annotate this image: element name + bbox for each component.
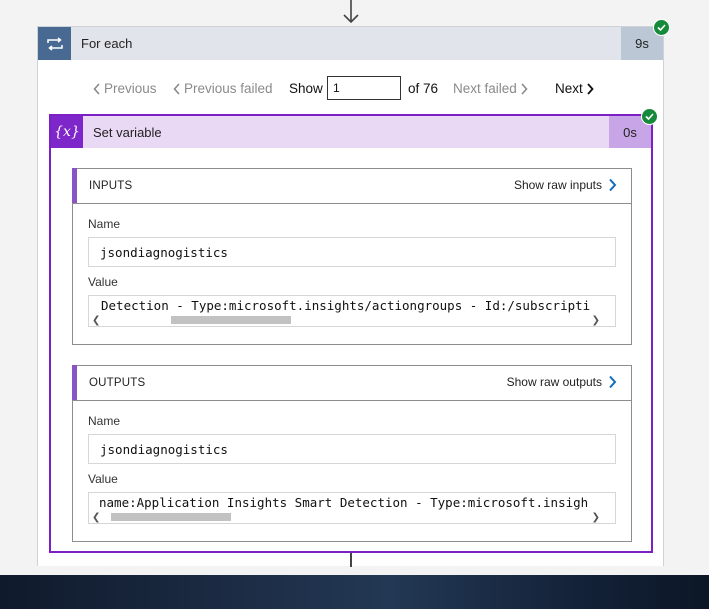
show-raw-inputs-label: Show raw inputs (513, 178, 602, 192)
input-value-label: Value (88, 275, 118, 289)
chevron-left-icon (173, 82, 180, 95)
outputs-heading: OUTPUTS (89, 377, 146, 389)
input-value-field: Detection - Type:microsoft.insights/acti… (88, 295, 616, 327)
designer-canvas: For each 9s Previous Previous failed Sho… (0, 0, 709, 575)
output-value-scrollbar[interactable]: ❮ ❯ (89, 511, 615, 523)
show-raw-inputs-link[interactable]: Show raw inputs (514, 178, 617, 192)
set-variable-title: Set variable (93, 125, 162, 140)
inputs-section: INPUTS Show raw inputs Name jsondiagnogi… (72, 168, 632, 345)
output-value-field: name:Application Insights Smart Detectio… (88, 492, 616, 524)
input-name-label: Name (88, 217, 121, 231)
iteration-pager: Previous Previous failed Show of 76 Next… (38, 75, 663, 103)
output-value-label: Value (88, 472, 118, 486)
chevron-right-icon (521, 82, 528, 95)
scroll-right-icon[interactable]: ❯ (592, 315, 600, 326)
output-value-text: name:Application Insights Smart Detectio… (99, 495, 589, 510)
input-value-text: Detection - Type:microsoft.insights/acti… (101, 298, 591, 313)
chevron-left-icon (93, 82, 100, 95)
input-value-scrollbar[interactable]: ❮ ❯ (89, 314, 615, 326)
variable-icon: {x} (51, 116, 83, 148)
foreach-header[interactable]: For each 9s (38, 27, 663, 60)
scroll-left-icon[interactable]: ❮ (92, 512, 100, 523)
scroll-left-icon[interactable]: ❮ (92, 315, 100, 326)
previous-failed-button[interactable]: Previous failed (173, 81, 273, 96)
previous-label: Previous (104, 81, 157, 96)
show-raw-outputs-label: Show raw outputs (506, 375, 602, 389)
set-variable-header[interactable]: {x} Set variable 0s (51, 116, 651, 148)
outputs-section: OUTPUTS Show raw outputs Name jsondiagno… (72, 365, 632, 542)
page-number-input[interactable] (327, 76, 401, 100)
output-name-field: jsondiagnogistics (88, 434, 616, 464)
next-button[interactable]: Next (555, 81, 594, 96)
flow-connector (350, 553, 352, 567)
inputs-heading: INPUTS (89, 180, 133, 192)
outputs-header: OUTPUTS Show raw outputs (72, 365, 631, 401)
show-raw-outputs-link[interactable]: Show raw outputs (507, 375, 617, 389)
section-accent (72, 365, 77, 400)
set-variable-card: {x} Set variable 0s INPUTS Show raw inpu… (49, 114, 653, 553)
previous-button[interactable]: Previous (93, 81, 157, 96)
input-name-value: jsondiagnogistics (100, 245, 228, 260)
foreach-title: For each (81, 36, 133, 51)
previous-failed-label: Previous failed (184, 81, 273, 96)
loop-icon (38, 27, 71, 60)
success-check-icon (653, 19, 670, 36)
scrollbar-thumb[interactable] (111, 513, 231, 521)
next-label: Next (555, 81, 583, 96)
chevron-right-icon (609, 178, 617, 192)
output-name-label: Name (88, 414, 121, 428)
next-failed-label: Next failed (453, 81, 517, 96)
section-accent (72, 168, 77, 203)
scroll-right-icon[interactable]: ❯ (592, 512, 600, 523)
chevron-right-icon (609, 375, 617, 389)
page-count-label: of 76 (408, 81, 439, 96)
chevron-right-icon (587, 82, 594, 95)
show-label: Show (289, 81, 323, 96)
output-name-value: jsondiagnogistics (100, 442, 228, 457)
desktop-background (0, 575, 709, 609)
success-check-icon (641, 108, 658, 125)
scrollbar-thumb[interactable] (171, 316, 291, 324)
flow-arrow-icon (343, 0, 359, 24)
input-name-field: jsondiagnogistics (88, 237, 616, 267)
inputs-header: INPUTS Show raw inputs (72, 168, 631, 204)
next-failed-button[interactable]: Next failed (453, 81, 528, 96)
